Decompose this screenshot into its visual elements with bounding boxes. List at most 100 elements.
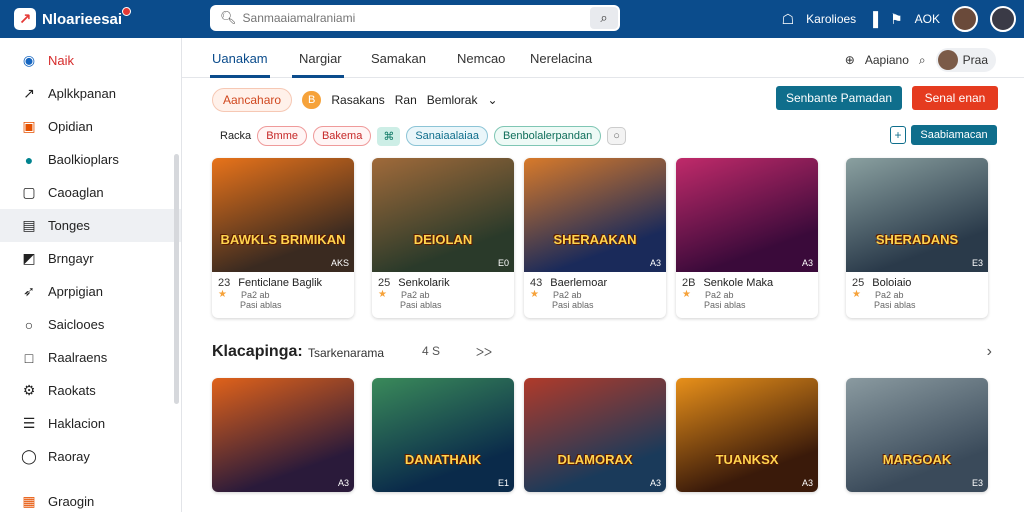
- avatar: [937, 50, 958, 70]
- user-chip[interactable]: Praa: [935, 48, 996, 72]
- sidebar-item-label: Saiclooes: [48, 317, 105, 332]
- game-card[interactable]: A3 2B Senkole Maka ★ Pa2 ab Pasi ablas: [676, 158, 818, 318]
- shuffle-icon[interactable]: ⌘: [377, 126, 401, 146]
- game-card[interactable]: DEIOLAN E0 25 Senkolarik ★ Pa2 ab Pasi ablas: [372, 158, 514, 318]
- sidebar-item-5[interactable]: ▤ Tonges: [0, 209, 181, 242]
- game-artwork: A3: [676, 158, 818, 272]
- sidebar-item-0[interactable]: ◉ Naik: [0, 44, 181, 77]
- tag-3[interactable]: Benbolalerpandan: [493, 126, 602, 146]
- count-label: AOK: [914, 12, 940, 26]
- tag-2[interactable]: Sanaiaalaiaa: [406, 126, 488, 146]
- filter-badge[interactable]: B: [302, 91, 322, 109]
- store-icon[interactable]: ☖: [782, 11, 795, 28]
- game-art-title: DLAMORAX: [557, 452, 633, 467]
- game-meta: 25 Boloiaio ★ Pa2 ab Pasi ablas: [846, 272, 988, 318]
- sidebar-item-label: Brngayr: [48, 251, 94, 266]
- tag-1[interactable]: Bakema: [312, 126, 372, 146]
- filter-text-2[interactable]: Ran: [395, 93, 417, 107]
- game-meta: 23 Fenticlane Baglik ★ Pa2 ab Pasi ablas: [212, 272, 354, 318]
- sidebar-item-6[interactable]: ◩ Brngayr: [0, 242, 181, 275]
- game-card[interactable]: DANATHAIK E1: [372, 378, 514, 492]
- chevron-right-icon[interactable]: ›: [987, 343, 992, 361]
- avatar-secondary[interactable]: [990, 6, 1016, 32]
- game-card[interactable]: MARGOAK E3: [846, 378, 988, 492]
- clear-icon[interactable]: ○: [607, 127, 626, 145]
- game-card[interactable]: BAWKLS BRIMIKAN AKS 23 Fenticlane Baglik ★ Pa…: [212, 158, 354, 318]
- game-title: Baerlemoar: [550, 277, 608, 289]
- filter-pill[interactable]: Aancaharo: [212, 88, 293, 112]
- game-rank: 43: [530, 277, 543, 289]
- tab-4[interactable]: Nerelacina: [530, 51, 592, 66]
- tab-2[interactable]: Samakan: [371, 51, 426, 66]
- game-card[interactable]: DLAMORAX A3: [524, 378, 666, 492]
- tab-0[interactable]: Uanakam: [212, 51, 268, 66]
- game-title: Fenticlane Baglik: [238, 277, 323, 289]
- sidebar-item-9[interactable]: □ Raalraens: [0, 341, 181, 374]
- chevron-down-icon[interactable]: ⌄: [487, 93, 497, 107]
- game-art-title: SHERADANS: [875, 232, 959, 247]
- search-icon[interactable]: ⌕: [919, 53, 926, 68]
- user-chip-label: Praa: [962, 53, 988, 67]
- tag-0[interactable]: Bmme: [257, 126, 307, 146]
- sidebar-item-13[interactable]: ▦ Graogin: [0, 485, 181, 512]
- game-artwork: TUANKSX A3: [676, 378, 818, 492]
- game-title: Boloiaio: [872, 277, 912, 289]
- sidebar-item-11[interactable]: ☰ Haklacion: [0, 407, 181, 440]
- tab-3[interactable]: Nemcao: [457, 51, 505, 66]
- search-button[interactable]: ⌕: [590, 7, 618, 29]
- shopping-bag-icon: ◉: [22, 52, 36, 68]
- star-icon: ★: [852, 289, 861, 300]
- game-card[interactable]: SHERADANS E3 25 Boloiaio ★ Pa2 ab Pasi ablas: [846, 158, 988, 318]
- add-icon[interactable]: +: [890, 126, 906, 144]
- top-bar: ↗ Nloarieesai 🔍︎ ⌕ ☖ Karolioes ▐ ⚑ AOK: [0, 0, 1024, 38]
- section-subtitle: Tsarkenarama: [308, 346, 385, 360]
- section-control[interactable]: 4 S: [422, 344, 440, 358]
- ring-icon: ◯: [21, 448, 37, 464]
- filter-text-3[interactable]: Bemlorak: [427, 93, 478, 107]
- bookmark-icon[interactable]: ▐: [868, 11, 878, 27]
- small-action-button[interactable]: Saabiamacan: [911, 125, 997, 145]
- sidebar-item-2[interactable]: ▣ Opidian: [0, 110, 181, 143]
- sidebar-item-label: Graogin: [48, 494, 95, 509]
- game-subtitle: Pa2 ab: [552, 289, 582, 300]
- sidebar-item-label: Caoaglan: [48, 185, 104, 200]
- document-icon: ☰: [22, 415, 36, 431]
- sidebar-scrollbar[interactable]: [174, 154, 179, 404]
- game-card[interactable]: A3: [212, 378, 354, 492]
- star-icon: ★: [682, 289, 691, 300]
- brand[interactable]: ↗ Nloarieesai: [0, 6, 200, 30]
- sidebar-item-12[interactable]: ◯ Raoray: [0, 440, 181, 473]
- sidebar-item-8[interactable]: ○ Saiclooes: [0, 308, 181, 341]
- game-artwork: SHERADANS E3: [846, 158, 988, 272]
- zoom-icon[interactable]: ⊕: [845, 53, 855, 67]
- game-art-badge: A3: [649, 478, 661, 488]
- tag-row: Racka Bmme Bakema ⌘ Sanaiaalaiaa Benbola…: [220, 126, 626, 146]
- sidebar-item-7[interactable]: ➶ Aprpigian: [0, 275, 181, 308]
- section-control-secondary[interactable]: ᐳᐳ: [476, 346, 492, 359]
- game-card[interactable]: TUANKSX A3: [676, 378, 818, 492]
- game-card[interactable]: SHERAAKAN A3 43 Baerlemoar ★ Pa2 ab Pasi ablas: [524, 158, 666, 318]
- sidebar-item-label: Baolkioplars: [48, 152, 119, 167]
- sidebar-item-4[interactable]: ▢ Caoaglan: [0, 176, 181, 209]
- game-rank: 25: [378, 277, 391, 289]
- sidebar-item-3[interactable]: ● Baolkioplars: [0, 143, 181, 176]
- tab-1[interactable]: Nargiar: [299, 51, 342, 66]
- danger-button[interactable]: Senal enan: [912, 86, 998, 110]
- brand-logo-icon: ↗: [14, 8, 36, 30]
- filter-text-1[interactable]: Rasakans: [331, 93, 384, 107]
- game-artwork: DLAMORAX A3: [524, 378, 666, 492]
- search-icon: 🔍︎: [220, 10, 237, 25]
- sidebar-item-1[interactable]: ↗ Aplkkpanan: [0, 77, 181, 110]
- section-title: Klacapinga:: [212, 343, 303, 360]
- primary-button[interactable]: Senbante Pamadan: [776, 86, 902, 110]
- panel-icon: ▤: [22, 217, 36, 233]
- notification-icon[interactable]: ⚑: [890, 11, 903, 28]
- store-label[interactable]: Karolioes: [806, 12, 856, 26]
- tabs-right-label[interactable]: Aapiano: [865, 53, 909, 67]
- game-art-badge: E0: [497, 258, 509, 268]
- tab-indicator: [210, 75, 270, 78]
- game-meta: 25 Senkolarik ★ Pa2 ab Pasi ablas: [372, 272, 514, 318]
- search-input[interactable]: [242, 7, 590, 29]
- sidebar-item-10[interactable]: ⚙ Raokats: [0, 374, 181, 407]
- avatar[interactable]: [952, 6, 978, 32]
